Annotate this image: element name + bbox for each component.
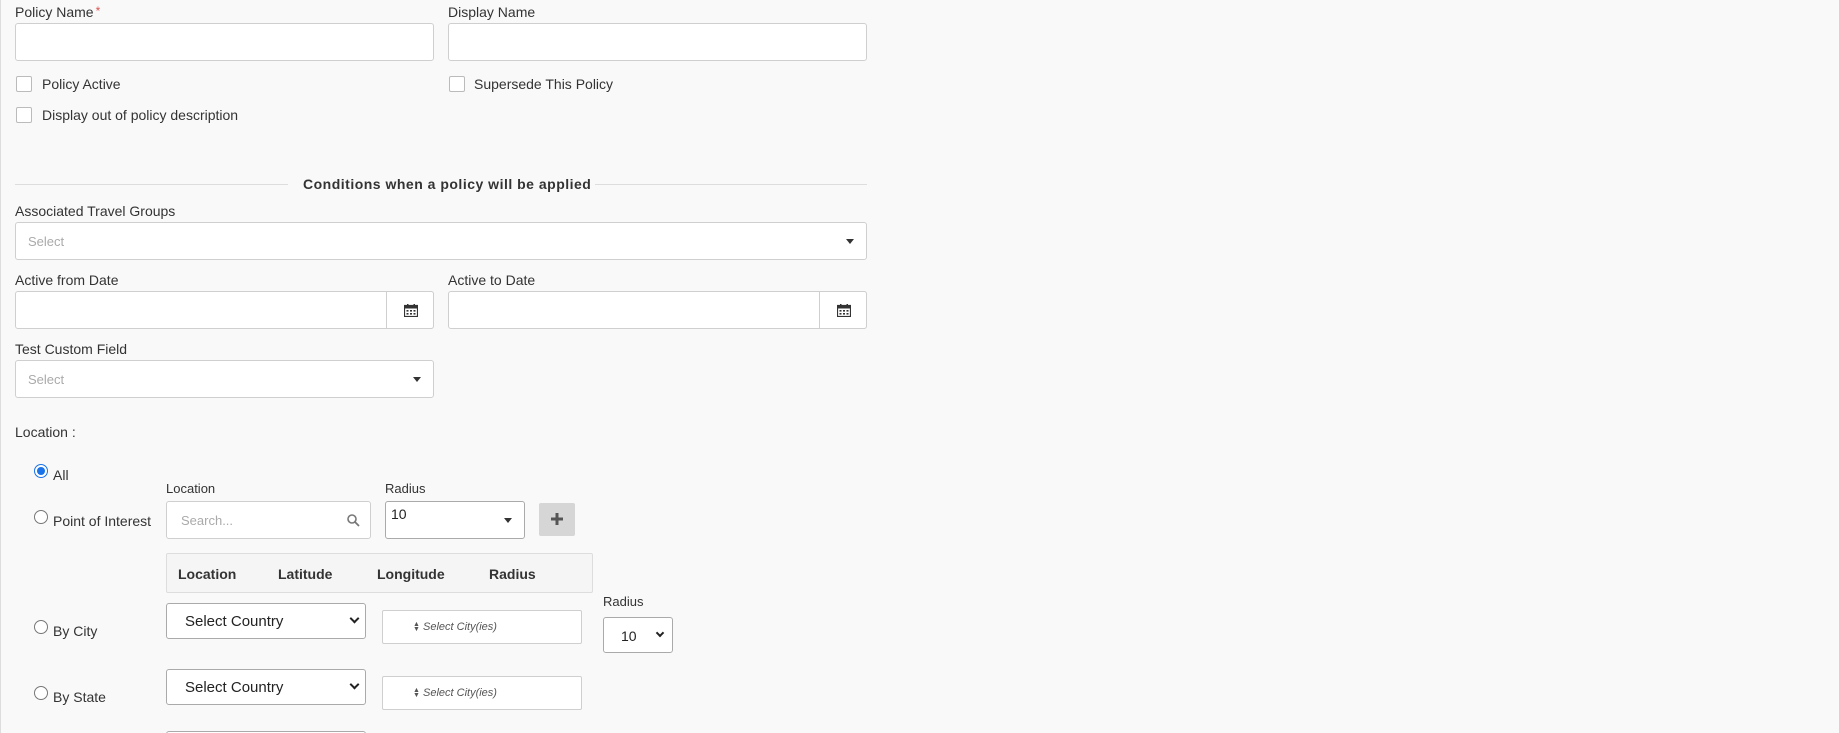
display-out-of-policy-checkbox[interactable] — [16, 107, 32, 123]
required-mark: * — [95, 4, 101, 18]
display-name-input[interactable] — [448, 23, 867, 61]
policy-name-label: Policy Name * — [15, 4, 100, 20]
poi-location-label: Location — [166, 481, 216, 496]
poi-table-header: Location Latitude Longitude Radius — [166, 553, 593, 593]
custom-field-select[interactable]: Select — [15, 360, 434, 398]
location-all-label: All — [53, 467, 69, 483]
travel-groups-placeholder: Select — [28, 234, 65, 249]
caret-down-icon — [846, 239, 854, 244]
custom-field-label: Test Custom Field — [15, 341, 128, 357]
active-from-calendar-button[interactable] — [386, 291, 434, 329]
travel-groups-label: Associated Travel Groups — [15, 203, 176, 219]
state-country-select[interactable]: Select Country — [166, 669, 366, 705]
active-from-date-input[interactable] — [15, 291, 434, 329]
state-city-multiselect[interactable]: ▲ ▼ Select City(ies) — [382, 676, 582, 710]
city-country-select-text: Select Country — [185, 613, 284, 630]
display-name-label: Display Name — [448, 4, 536, 20]
caret-down-icon — [413, 377, 421, 382]
display-out-of-policy-label: Display out of policy description — [42, 107, 239, 123]
table-header-longitude: Longitude — [377, 566, 445, 582]
city-radius-select[interactable]: 10 — [603, 617, 673, 653]
supersede-checkbox[interactable] — [449, 76, 465, 92]
active-to-calendar-button[interactable] — [819, 291, 867, 329]
location-all-radio[interactable] — [34, 464, 48, 478]
active-from-label: Active from Date — [15, 272, 119, 288]
poi-search-input[interactable]: Search... — [166, 501, 371, 539]
location-by-state-label: By State — [53, 689, 106, 705]
city-radius-value: 10 — [621, 628, 637, 644]
state-country-select-text: Select Country — [185, 679, 284, 696]
policy-name-input[interactable] — [15, 23, 434, 61]
add-location-button[interactable] — [539, 503, 575, 536]
location-by-city-label: By City — [53, 623, 98, 639]
city-radius-label: Radius — [603, 594, 644, 609]
section-divider-left — [15, 184, 288, 185]
table-header-latitude: Latitude — [278, 566, 333, 582]
city-multiselect[interactable]: ▲ ▼ Select City(ies) — [382, 610, 582, 644]
active-to-date-input[interactable] — [448, 291, 867, 329]
poi-search-placeholder: Search... — [181, 513, 234, 528]
poi-radius-select[interactable]: 10 — [385, 501, 525, 539]
supersede-label: Supersede This Policy — [474, 76, 614, 92]
policy-name-label-text: Policy Name — [15, 4, 94, 20]
chevron-down-icon — [655, 628, 665, 638]
chevron-down-icon — [349, 679, 360, 690]
city-country-select[interactable]: Select Country — [166, 603, 366, 639]
calendar-icon — [404, 304, 418, 317]
location-label: Location : — [15, 424, 76, 440]
policy-form: Policy Name * Display Name Policy Active … — [0, 0, 1839, 733]
active-to-label: Active to Date — [448, 272, 536, 288]
custom-field-placeholder: Select — [28, 372, 65, 387]
chevron-down-icon — [349, 613, 360, 624]
travel-groups-select[interactable]: Select — [15, 222, 867, 260]
calendar-icon — [837, 304, 851, 317]
location-by-city-radio[interactable] — [34, 620, 48, 634]
location-poi-label: Point of Interest — [53, 513, 152, 529]
location-poi-radio[interactable] — [34, 510, 48, 524]
search-icon — [347, 514, 360, 527]
poi-radius-value: 10 — [391, 506, 407, 522]
state-city-multiselect-text: Select City(ies) — [423, 687, 497, 699]
poi-radius-label: Radius — [385, 481, 426, 496]
plus-icon — [551, 513, 563, 525]
city-multiselect-text: Select City(ies) — [423, 621, 497, 633]
policy-active-label: Policy Active — [42, 76, 121, 92]
section-divider-right — [595, 184, 867, 185]
table-header-radius: Radius — [489, 566, 536, 582]
table-header-location: Location — [178, 566, 237, 582]
caret-down-icon — [504, 518, 512, 523]
location-by-state-radio[interactable] — [34, 686, 48, 700]
policy-active-checkbox[interactable] — [16, 76, 32, 92]
conditions-section-title: Conditions when a policy will be applied — [303, 176, 592, 192]
sort-arrows-icon: ▲ ▼ — [413, 687, 420, 699]
sort-arrows-icon: ▲ ▼ — [413, 621, 420, 633]
